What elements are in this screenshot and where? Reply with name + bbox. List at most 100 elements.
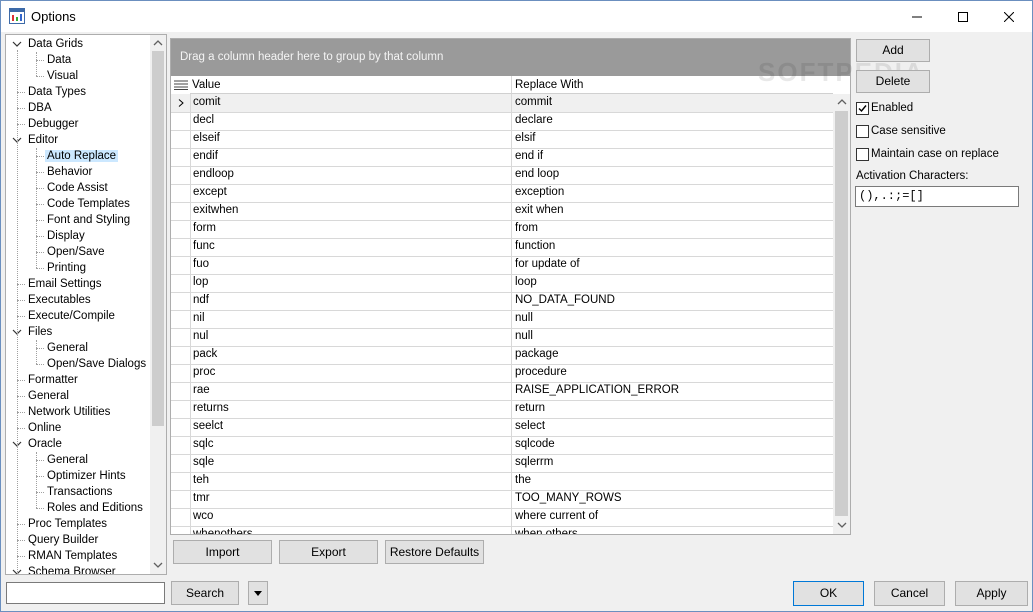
tree-item[interactable]: Behavior bbox=[45, 164, 94, 180]
close-button[interactable] bbox=[986, 1, 1032, 32]
case-sensitive-label[interactable]: Case sensitive bbox=[871, 125, 946, 137]
table-row[interactable]: ndf NO_DATA_FOUND bbox=[171, 292, 836, 311]
row-indicator[interactable] bbox=[171, 184, 189, 202]
cell-value[interactable]: comit bbox=[190, 94, 512, 112]
row-indicator[interactable] bbox=[171, 418, 189, 436]
cell-replace-with[interactable]: sqlerrm bbox=[511, 454, 836, 472]
tree-item[interactable]: Display bbox=[45, 228, 87, 244]
cell-value[interactable]: seelct bbox=[190, 418, 512, 436]
tree-item[interactable]: Email Settings bbox=[26, 276, 104, 292]
tree-item[interactable]: General bbox=[45, 340, 90, 356]
cell-value[interactable]: pack bbox=[190, 346, 512, 364]
table-row[interactable]: whenothers when others bbox=[171, 526, 836, 534]
cell-value[interactable]: teh bbox=[190, 472, 512, 490]
cell-value[interactable]: endif bbox=[190, 148, 512, 166]
cell-replace-with[interactable]: loop bbox=[511, 274, 836, 292]
ok-button[interactable]: OK bbox=[793, 581, 864, 606]
options-tree[interactable]: Data Grids Data Visual Data Types DBA Debugge… bbox=[5, 34, 167, 575]
table-row[interactable]: seelct select bbox=[171, 418, 836, 437]
tree-item[interactable]: Visual bbox=[45, 68, 80, 84]
cell-replace-with[interactable]: elsif bbox=[511, 130, 836, 148]
cell-value[interactable]: except bbox=[190, 184, 512, 202]
cell-value[interactable]: wco bbox=[190, 508, 512, 526]
tree-item[interactable]: General bbox=[45, 452, 90, 468]
row-indicator[interactable] bbox=[171, 274, 189, 292]
tree-scroll-thumb[interactable] bbox=[152, 51, 164, 426]
activation-characters-field[interactable]: (),.:;=[] bbox=[855, 186, 1019, 207]
cell-value[interactable]: proc bbox=[190, 364, 512, 382]
tree-item[interactable]: Proc Templates bbox=[26, 516, 109, 532]
table-row[interactable]: comit commit bbox=[171, 94, 836, 113]
row-indicator[interactable] bbox=[171, 364, 189, 382]
cell-value[interactable]: exitwhen bbox=[190, 202, 512, 220]
cell-value[interactable]: returns bbox=[190, 400, 512, 418]
row-indicator[interactable] bbox=[171, 256, 189, 274]
row-indicator[interactable] bbox=[171, 400, 189, 418]
cell-replace-with[interactable]: from bbox=[511, 220, 836, 238]
cell-replace-with[interactable]: return bbox=[511, 400, 836, 418]
row-indicator[interactable] bbox=[171, 472, 189, 490]
delete-button[interactable]: Delete bbox=[856, 70, 930, 93]
search-options-dropdown[interactable] bbox=[248, 581, 268, 605]
table-row[interactable]: sqle sqlerrm bbox=[171, 454, 836, 473]
tree-item[interactable]: Formatter bbox=[26, 372, 80, 388]
tree-item[interactable]: Oracle bbox=[26, 436, 64, 452]
add-button[interactable]: Add bbox=[856, 39, 930, 62]
cell-replace-with[interactable]: NO_DATA_FOUND bbox=[511, 292, 836, 310]
tree-item[interactable]: Roles and Editions bbox=[45, 500, 145, 516]
cell-replace-with[interactable]: end if bbox=[511, 148, 836, 166]
tree-item[interactable]: RMAN Templates bbox=[26, 548, 119, 564]
cell-replace-with[interactable]: for update of bbox=[511, 256, 836, 274]
table-row[interactable]: lop loop bbox=[171, 274, 836, 293]
row-indicator[interactable] bbox=[171, 526, 189, 534]
cell-value[interactable]: ndf bbox=[190, 292, 512, 310]
enabled-checkbox[interactable] bbox=[856, 102, 869, 115]
row-indicator[interactable] bbox=[171, 508, 189, 526]
cell-value[interactable]: nul bbox=[190, 328, 512, 346]
cell-replace-with[interactable]: when others bbox=[511, 526, 836, 534]
cell-replace-with[interactable]: sqlcode bbox=[511, 436, 836, 454]
table-row[interactable]: endloop end loop bbox=[171, 166, 836, 185]
scroll-up-icon[interactable] bbox=[153, 38, 163, 48]
row-indicator[interactable] bbox=[171, 292, 189, 310]
cell-value[interactable]: elseif bbox=[190, 130, 512, 148]
tree-item[interactable]: Executables bbox=[26, 292, 93, 308]
restore-defaults-button[interactable]: Restore Defaults bbox=[385, 540, 484, 564]
cell-value[interactable]: func bbox=[190, 238, 512, 256]
tree-item[interactable]: Optimizer Hints bbox=[45, 468, 128, 484]
row-indicator[interactable] bbox=[171, 382, 189, 400]
tree-item[interactable]: Data bbox=[45, 52, 73, 68]
cell-replace-with[interactable]: package bbox=[511, 346, 836, 364]
tree-item[interactable]: Data Grids bbox=[26, 36, 85, 52]
import-button[interactable]: Import bbox=[173, 540, 272, 564]
scroll-up-icon[interactable] bbox=[837, 97, 847, 107]
row-indicator[interactable] bbox=[171, 148, 189, 166]
tree-item[interactable]: Code Templates bbox=[45, 196, 132, 212]
tree-item[interactable]: Data Types bbox=[26, 84, 88, 100]
cell-value[interactable]: decl bbox=[190, 112, 512, 130]
table-row[interactable]: pack package bbox=[171, 346, 836, 365]
group-by-panel[interactable]: Drag a column header here to group by th… bbox=[171, 39, 850, 76]
cell-value[interactable]: nil bbox=[190, 310, 512, 328]
table-row[interactable]: nul null bbox=[171, 328, 836, 347]
row-indicator[interactable] bbox=[171, 112, 189, 130]
row-indicator[interactable] bbox=[171, 310, 189, 328]
cell-replace-with[interactable]: select bbox=[511, 418, 836, 436]
tree-item[interactable]: Query Builder bbox=[26, 532, 100, 548]
row-indicator[interactable] bbox=[171, 454, 189, 472]
tree-item[interactable]: Printing bbox=[45, 260, 88, 276]
scroll-down-icon[interactable] bbox=[837, 520, 847, 530]
cell-value[interactable]: form bbox=[190, 220, 512, 238]
chevron-down-icon[interactable] bbox=[12, 39, 22, 49]
table-row[interactable]: func function bbox=[171, 238, 836, 257]
cell-replace-with[interactable]: commit bbox=[511, 94, 836, 112]
table-row[interactable]: endif end if bbox=[171, 148, 836, 167]
cell-replace-with[interactable]: null bbox=[511, 328, 836, 346]
minimize-button[interactable] bbox=[894, 1, 940, 32]
row-indicator[interactable] bbox=[171, 238, 189, 256]
cell-value[interactable]: fuo bbox=[190, 256, 512, 274]
tree-item[interactable]: General bbox=[26, 388, 71, 404]
row-indicator[interactable] bbox=[171, 94, 189, 112]
cell-replace-with[interactable]: TOO_MANY_ROWS bbox=[511, 490, 836, 508]
table-row[interactable]: wco where current of bbox=[171, 508, 836, 527]
